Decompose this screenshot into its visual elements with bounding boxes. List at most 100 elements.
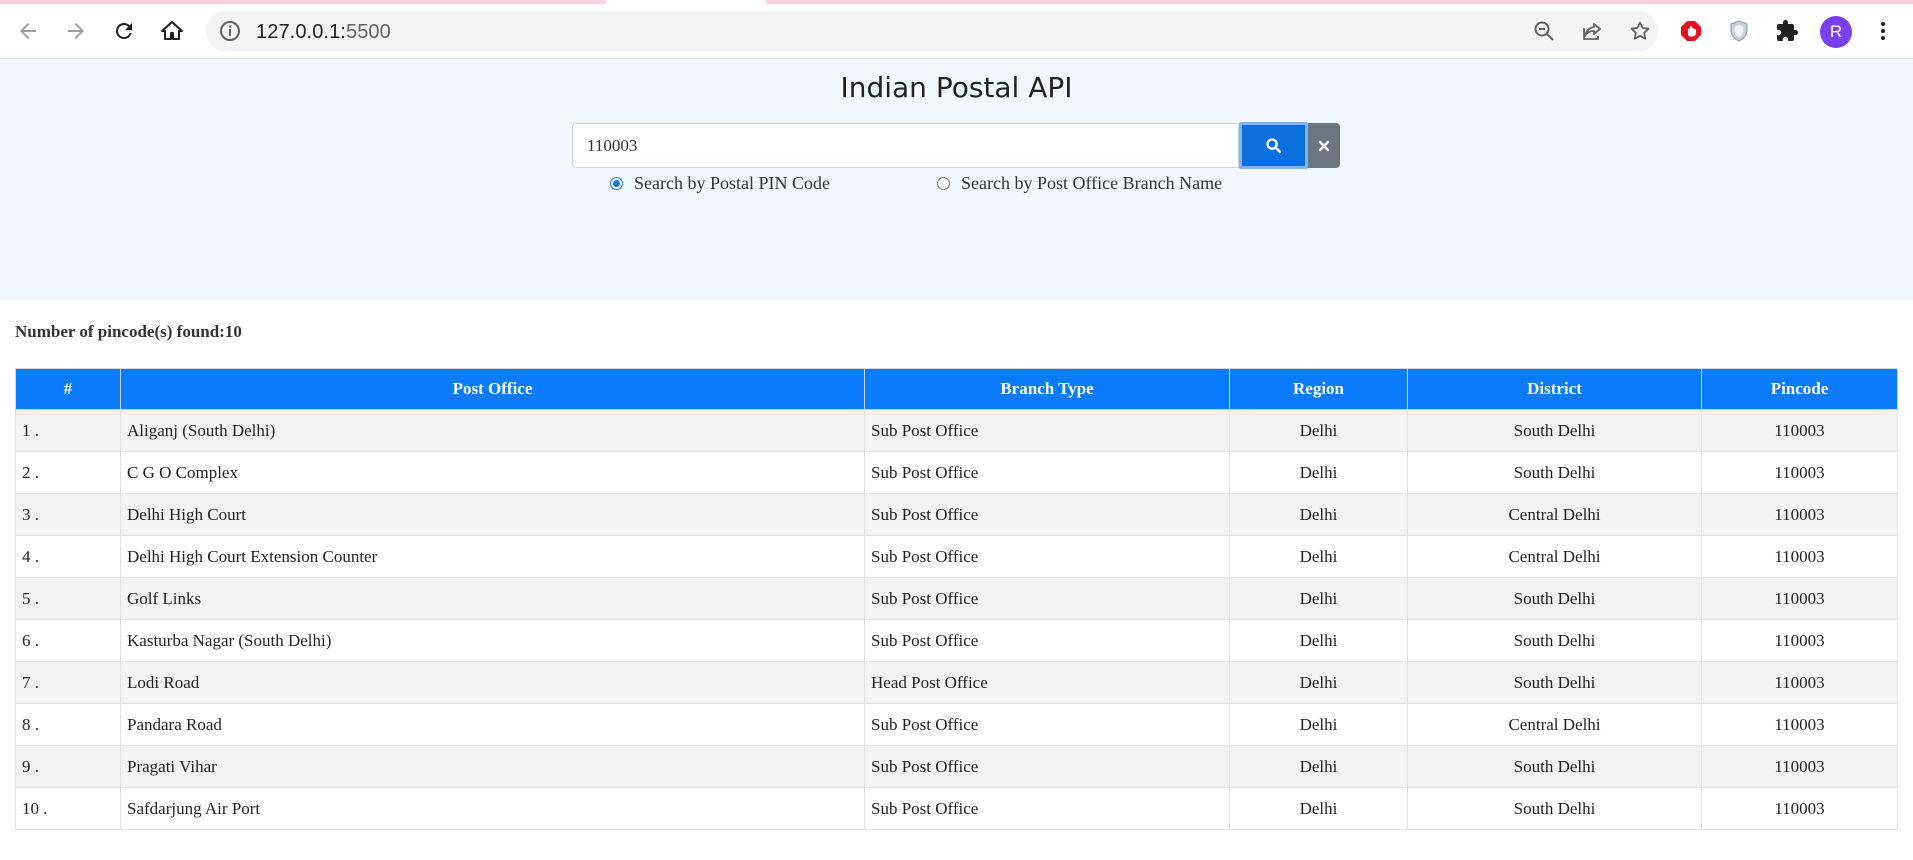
kebab-menu-icon[interactable] — [1866, 14, 1900, 48]
cell-pincode: 110003 — [1701, 577, 1898, 620]
cell-district: South Delhi — [1407, 451, 1702, 494]
cell-pincode: 110003 — [1701, 745, 1898, 788]
cell-index: 5 . — [15, 577, 121, 620]
cell-region: Delhi — [1229, 409, 1408, 452]
search-panel: Indian Postal API Search by Postal PIN C… — [0, 59, 1913, 300]
cell-region: Delhi — [1229, 493, 1408, 536]
cell-branch-type: Sub Post Office — [864, 577, 1230, 620]
cell-district: South Delhi — [1407, 409, 1702, 452]
cell-branch-type: Sub Post Office — [864, 535, 1230, 578]
cell-index: 9 . — [15, 745, 121, 788]
cell-branch-type: Sub Post Office — [864, 619, 1230, 662]
table-row: 5 . Golf Links Sub Post Office Delhi Sou… — [15, 577, 1898, 620]
results-table: # Post Office Branch Type Region Distric… — [15, 368, 1898, 830]
cell-district: Central Delhi — [1407, 493, 1702, 536]
url-host: 127.0.0.1: — [256, 21, 346, 43]
cell-region: Delhi — [1229, 787, 1408, 830]
shield-extension-icon[interactable] — [1722, 14, 1756, 48]
cell-district: South Delhi — [1407, 619, 1702, 662]
cell-district: South Delhi — [1407, 745, 1702, 788]
search-button[interactable] — [1239, 122, 1308, 169]
url-port: 5500 — [345, 21, 391, 43]
table-row: 3 . Delhi High Court Sub Post Office Del… — [15, 493, 1898, 536]
cell-branch-type: Sub Post Office — [864, 493, 1230, 536]
column-header-pincode: Pincode — [1701, 368, 1898, 410]
cell-index: 1 . — [15, 409, 121, 452]
cell-pincode: 110003 — [1701, 787, 1898, 830]
share-icon[interactable] — [1578, 17, 1606, 45]
cell-post-office: Safdarjung Air Port — [120, 787, 865, 830]
cell-branch-type: Sub Post Office — [864, 787, 1230, 830]
table-header-row: # Post Office Branch Type Region Distric… — [15, 368, 1898, 410]
cell-index: 4 . — [15, 535, 121, 578]
table-row: 9 . Pragati Vihar Sub Post Office Delhi … — [15, 745, 1898, 788]
extensions-puzzle-icon[interactable] — [1770, 14, 1804, 48]
cell-branch-type: Sub Post Office — [864, 745, 1230, 788]
cell-region: Delhi — [1229, 661, 1408, 704]
table-row: 4 . Delhi High Court Extension Counter S… — [15, 535, 1898, 578]
cell-branch-type: Head Post Office — [864, 661, 1230, 704]
cell-index: 10 . — [15, 787, 121, 830]
adblock-icon[interactable] — [1674, 14, 1708, 48]
cell-post-office: Aliganj (South Delhi) — [120, 409, 865, 452]
page-content: Indian Postal API Search by Postal PIN C… — [0, 59, 1913, 860]
cell-pincode: 110003 — [1701, 451, 1898, 494]
back-icon[interactable] — [11, 14, 45, 48]
forward-icon[interactable] — [59, 14, 93, 48]
cell-post-office: Lodi Road — [120, 661, 865, 704]
cell-region: Delhi — [1229, 451, 1408, 494]
url-text[interactable]: 127.0.0.1:5500 — [256, 21, 391, 44]
page-title: Indian Postal API — [840, 71, 1073, 104]
column-header-post-office: Post Office — [120, 368, 865, 410]
result-count-value: 10 — [224, 322, 242, 341]
radio-pincode-label: Search by Postal PIN Code — [634, 172, 830, 193]
zoom-out-icon[interactable] — [1530, 17, 1558, 45]
search-input[interactable] — [572, 123, 1239, 168]
result-count-label: Number of pincode(s) found: — [15, 322, 225, 341]
cell-pincode: 110003 — [1701, 619, 1898, 662]
cell-district: South Delhi — [1407, 787, 1702, 830]
cell-pincode: 110003 — [1701, 703, 1898, 746]
close-icon — [1318, 140, 1330, 151]
site-info-icon[interactable] — [218, 19, 242, 43]
cell-post-office: Delhi High Court — [120, 493, 865, 536]
table-row: 7 . Lodi Road Head Post Office Delhi Sou… — [15, 661, 1898, 704]
radio-branch-name[interactable] — [937, 176, 950, 190]
table-row: 8 . Pandara Road Sub Post Office Delhi C… — [15, 703, 1898, 746]
browser-toolbar: 127.0.0.1:5500 R — [0, 4, 1913, 59]
clear-button[interactable] — [1308, 123, 1340, 168]
table-row: 6 . Kasturba Nagar (South Delhi) Sub Pos… — [15, 619, 1898, 662]
radio-branch-label: Search by Post Office Branch Name — [961, 172, 1223, 193]
cell-region: Delhi — [1229, 703, 1408, 746]
cell-post-office: Golf Links — [120, 577, 865, 620]
cell-region: Delhi — [1229, 535, 1408, 578]
cell-post-office: C G O Complex — [120, 451, 865, 494]
radio-pincode-option[interactable]: Search by Postal PIN Code — [610, 172, 830, 194]
profile-initial: R — [1829, 22, 1843, 41]
cell-pincode: 110003 — [1701, 493, 1898, 536]
cell-post-office: Pandara Road — [120, 703, 865, 746]
cell-district: Central Delhi — [1407, 535, 1702, 578]
column-header-branch-type: Branch Type — [864, 368, 1230, 410]
cell-index: 7 . — [15, 661, 121, 704]
cell-region: Delhi — [1229, 619, 1408, 662]
cell-district: South Delhi — [1407, 661, 1702, 704]
bookmark-star-icon[interactable] — [1626, 17, 1654, 45]
table-row: 10 . Safdarjung Air Port Sub Post Office… — [15, 787, 1898, 830]
cell-region: Delhi — [1229, 577, 1408, 620]
home-icon[interactable] — [155, 14, 189, 48]
cell-pincode: 110003 — [1701, 661, 1898, 704]
cell-district: South Delhi — [1407, 577, 1702, 620]
result-count: Number of pincode(s) found:10 — [15, 322, 242, 342]
reload-icon[interactable] — [107, 14, 141, 48]
profile-avatar[interactable]: R — [1820, 16, 1852, 48]
cell-post-office: Pragati Vihar — [120, 745, 865, 788]
column-header-region: Region — [1229, 368, 1408, 410]
address-bar[interactable]: 127.0.0.1:5500 — [206, 11, 1658, 51]
radio-pincode[interactable] — [610, 176, 623, 190]
column-header-index: # — [15, 368, 121, 410]
cell-branch-type: Sub Post Office — [864, 409, 1230, 452]
radio-branch-option[interactable]: Search by Post Office Branch Name — [937, 172, 1222, 194]
cell-index: 3 . — [15, 493, 121, 536]
table-row: 2 . C G O Complex Sub Post Office Delhi … — [15, 451, 1898, 494]
